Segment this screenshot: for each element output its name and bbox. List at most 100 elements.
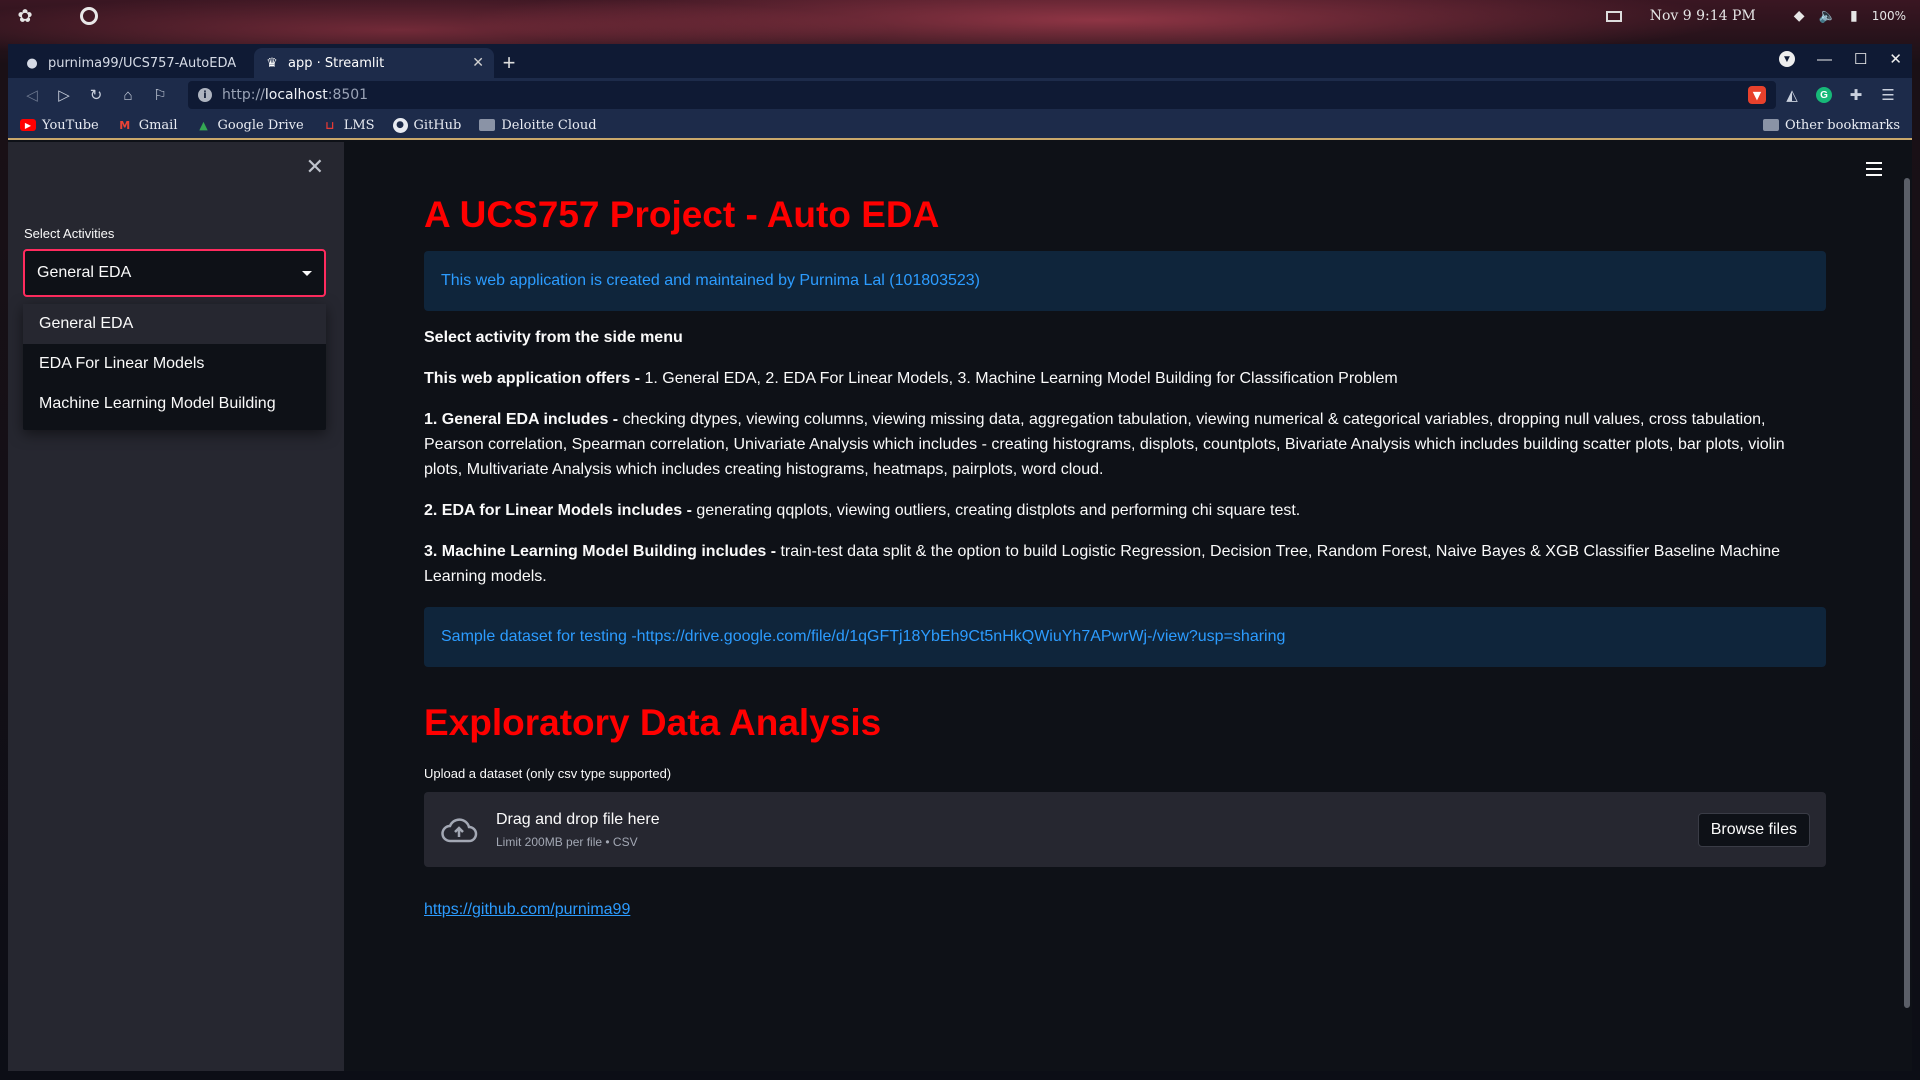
offers-text: 1. General EDA, 2. EDA For Linear Models… xyxy=(640,370,1398,387)
youtube-icon: ▶ xyxy=(20,119,36,131)
bookmark-label: Gmail xyxy=(138,117,178,133)
sample-dataset-prefix: Sample dataset for testing - xyxy=(441,628,637,645)
system-tray: Nov 9 9:14 PM ◆ 🔈 ▮ 100% xyxy=(1605,8,1906,24)
folder-icon xyxy=(1763,119,1779,131)
bookmark-github[interactable]: ● GitHub xyxy=(392,117,462,133)
general-eda-paragraph: 1. General EDA includes - checking dtype… xyxy=(424,407,1826,482)
new-tab-button[interactable]: + xyxy=(494,48,524,78)
sidebar: ✕ Select Activities General EDA General … xyxy=(8,142,344,1071)
minimize-button[interactable]: — xyxy=(1817,51,1832,68)
lms-icon: ⊔ xyxy=(325,118,335,132)
battery-icon[interactable]: ▮ xyxy=(1850,8,1858,24)
streamlit-icon: ♛ xyxy=(266,55,278,71)
activity-dropdown: General EDA EDA For Linear Models Machin… xyxy=(23,304,326,430)
google-drive-icon: ▲ xyxy=(199,118,208,132)
bookmark-label: LMS xyxy=(343,117,375,133)
hamburger-menu-icon[interactable] xyxy=(1866,162,1882,180)
author-info-text: This web application is created and main… xyxy=(441,272,980,289)
wifi-icon[interactable]: ◆ xyxy=(1794,8,1805,24)
clock[interactable]: Nov 9 9:14 PM xyxy=(1650,8,1756,24)
tab-search-icon[interactable]: ▼ xyxy=(1778,51,1795,67)
bookmark-google-drive[interactable]: ▲ Google Drive xyxy=(196,117,304,133)
linear-models-paragraph: 2. EDA for Linear Models includes - gene… xyxy=(424,498,1826,523)
dropzone-text: Drag and drop file here Limit 200MB per … xyxy=(496,811,660,849)
tab-github[interactable]: ● purnima99/UCS757-AutoEDA xyxy=(14,48,254,78)
bookmark-gmail[interactable]: M Gmail xyxy=(117,117,178,133)
bookmark-youtube[interactable]: ▶ YouTube xyxy=(20,118,99,133)
other-bookmarks[interactable]: Other bookmarks xyxy=(1763,118,1900,133)
bookmark-label: GitHub xyxy=(413,117,462,133)
offers-bold: This web application offers - xyxy=(424,370,641,387)
home-button[interactable]: ⌂ xyxy=(112,81,144,109)
general-eda-bold: 1. General EDA includes - xyxy=(424,411,619,428)
bookmark-deloitte-cloud[interactable]: Deloitte Cloud xyxy=(479,117,597,133)
offers-paragraph: This web application offers - 1. General… xyxy=(424,366,1826,391)
address-bar[interactable]: i http://localhost:8501 ▼ xyxy=(188,81,1776,109)
close-tab-icon[interactable]: ✕ xyxy=(472,55,484,71)
page-scrollbar[interactable] xyxy=(1904,178,1910,1008)
close-window-button[interactable]: ✕ xyxy=(1889,50,1902,68)
github-icon: ● xyxy=(392,117,408,133)
drop-limit: Limit 200MB per file • CSV xyxy=(496,834,638,849)
forward-button[interactable]: ▷ xyxy=(48,81,80,109)
reload-button[interactable]: ↻ xyxy=(80,81,112,109)
bookmark-label: Google Drive xyxy=(217,117,304,133)
general-eda-text: checking dtypes, viewing columns, viewin… xyxy=(424,411,1785,478)
ml-bold: 3. Machine Learning Model Building inclu… xyxy=(424,543,777,560)
grammarly-extension-icon[interactable]: G xyxy=(1808,81,1840,109)
bookmark-label: Other bookmarks xyxy=(1785,117,1900,133)
linear-models-text: generating qqplots, viewing outliers, cr… xyxy=(691,502,1301,519)
workspace-icon[interactable] xyxy=(1605,10,1622,22)
page-viewport: ✕ Select Activities General EDA General … xyxy=(8,142,1912,1071)
github-icon: ● xyxy=(26,55,38,71)
close-sidebar-icon[interactable]: ✕ xyxy=(306,154,324,180)
site-info-icon[interactable]: i xyxy=(198,88,212,102)
sample-dataset-box: Sample dataset for testing - https://driv… xyxy=(424,607,1826,667)
brave-shields-icon[interactable]: ▼ xyxy=(1748,86,1766,104)
sample-dataset-link[interactable]: https://drive.google.com/file/d/1qGFTj18… xyxy=(637,628,1286,646)
tab-strip: ● purnima99/UCS757-AutoEDA ♛ app · Strea… xyxy=(8,44,1912,78)
battery-percent: 100% xyxy=(1871,9,1906,23)
activity-select[interactable]: General EDA xyxy=(23,249,326,297)
option-general-eda[interactable]: General EDA xyxy=(23,304,326,344)
author-info-box: This web application is created and main… xyxy=(424,251,1826,311)
bookmark-label: Deloitte Cloud xyxy=(501,117,597,133)
select-hint: Select activity from the side menu xyxy=(424,329,683,346)
bookmark-icon[interactable]: ⚐ xyxy=(144,81,176,109)
main-content: A UCS757 Project - Auto EDA This web app… xyxy=(344,142,1912,1071)
browser-menu-icon[interactable]: ☰ xyxy=(1872,81,1904,109)
gmail-icon: M xyxy=(119,118,131,132)
chevron-down-icon xyxy=(302,270,312,276)
folder-icon xyxy=(479,119,496,131)
option-eda-linear-models[interactable]: EDA For Linear Models xyxy=(23,344,326,384)
drop-title: Drag and drop file here xyxy=(496,810,660,828)
github-profile-link[interactable]: https://github.com/purnima99 xyxy=(424,901,630,919)
ml-paragraph: 3. Machine Learning Model Building inclu… xyxy=(424,539,1826,589)
section-title: Exploratory Data Analysis xyxy=(424,702,882,743)
activity-select-value: General EDA xyxy=(37,264,132,281)
back-button[interactable]: ◁ xyxy=(16,81,48,109)
app-launcher-icon[interactable]: ✿ xyxy=(14,5,36,27)
browser-window: ● purnima99/UCS757-AutoEDA ♛ app · Strea… xyxy=(8,44,1912,1071)
activities-circle-icon[interactable] xyxy=(80,7,98,25)
tab-title: purnima99/UCS757-AutoEDA xyxy=(48,55,237,71)
url-scheme: http:// xyxy=(222,87,265,103)
browser-toolbar: ◁ ▷ ↻ ⌂ ⚐ i http://localhost:8501 ▼ ◭ G … xyxy=(8,78,1912,112)
cloud-upload-icon xyxy=(441,817,478,842)
extensions-puzzle-icon[interactable]: ✚ xyxy=(1840,81,1872,109)
url-host: localhost xyxy=(264,87,328,103)
tab-title: app · Streamlit xyxy=(288,55,385,71)
file-dropzone[interactable]: Drag and drop file here Limit 200MB per … xyxy=(424,792,1826,867)
maximize-button[interactable]: ☐ xyxy=(1854,50,1867,68)
bookmarks-bar: ▶ YouTube M Gmail ▲ Google Drive ⊔ LMS ●… xyxy=(8,112,1912,140)
bookmark-lms[interactable]: ⊔ LMS xyxy=(322,117,375,133)
window-controls: ▼ — ☐ ✕ xyxy=(1778,50,1902,68)
option-ml-model-building[interactable]: Machine Learning Model Building xyxy=(23,384,326,424)
url-port: :8501 xyxy=(327,87,369,103)
volume-icon[interactable]: 🔈 xyxy=(1819,8,1836,24)
tab-streamlit-app[interactable]: ♛ app · Streamlit ✕ xyxy=(254,48,494,78)
rewards-icon[interactable]: ◭ xyxy=(1776,81,1808,109)
browse-files-button[interactable]: Browse files xyxy=(1697,812,1810,847)
system-top-bar: ✿ Nov 9 9:14 PM ◆ 🔈 ▮ 100% xyxy=(0,0,1920,32)
page-title: A UCS757 Project - Auto EDA xyxy=(424,194,940,235)
